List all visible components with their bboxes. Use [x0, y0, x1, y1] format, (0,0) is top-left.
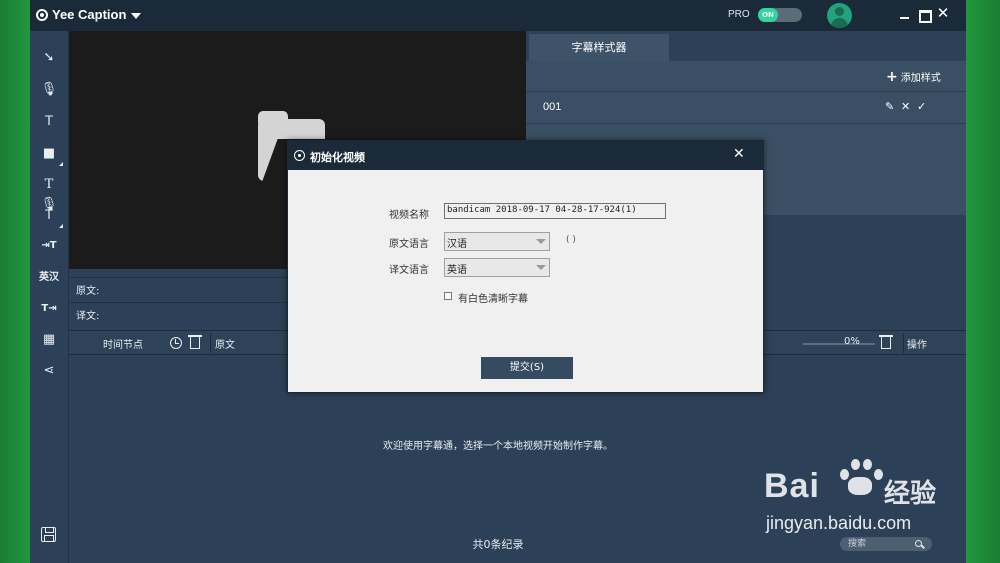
white-subtitle-label: 有白色清晰字幕 — [458, 294, 528, 305]
text-export-icon[interactable]: T⇥ — [39, 299, 59, 319]
delete-icon[interactable]: ✕ — [901, 100, 910, 113]
target-lang-label: 译文语言 — [389, 265, 429, 276]
video-name-label: 视频名称 — [389, 210, 429, 221]
original-text-label: 原文: — [76, 286, 100, 297]
watermark-brand2: 经验 — [884, 479, 937, 509]
watermark-brand: Bai — [764, 467, 820, 505]
shape-icon[interactable]: ■ — [39, 144, 63, 166]
col-time: 时间节点 — [103, 340, 143, 351]
divider — [210, 333, 211, 353]
progress-text: 0% — [844, 336, 860, 347]
baidu-watermark: Bai 经验 jingyan.baidu.com — [764, 455, 964, 545]
target-lang-value: 英语 — [447, 265, 467, 276]
user-avatar[interactable] — [827, 3, 852, 28]
close-icon[interactable]: ✕ — [936, 6, 950, 21]
source-lang-label: 原文语言 — [389, 239, 429, 250]
translation-text-label: 译文: — [76, 311, 100, 322]
chevron-down-icon — [536, 239, 546, 244]
init-video-dialog: 初始化视频 ✕ 视频名称 bandicam 2018-09-17 04-28-1… — [287, 140, 764, 393]
tab-subtitle-styles[interactable]: 字幕样式器 — [529, 34, 669, 61]
dialog-close-icon[interactable]: ✕ — [733, 146, 745, 162]
pro-toggle[interactable]: ON — [758, 8, 802, 22]
share-icon[interactable]: ⋖ — [39, 361, 59, 381]
submit-button[interactable]: 提交(S) — [481, 357, 573, 379]
white-subtitle-checkbox[interactable] — [444, 292, 452, 300]
baidu-paw-logo — [834, 455, 884, 495]
col-actions: 操作 — [907, 340, 927, 351]
plus-icon: + — [886, 69, 898, 85]
edit-icon[interactable]: ✎ — [885, 100, 894, 113]
dialog-logo-icon — [294, 150, 305, 161]
video-name-field[interactable]: bandicam 2018-09-17 04-28-17-924(1) — [444, 203, 666, 219]
chevron-down-icon — [536, 265, 546, 270]
trash-icon[interactable] — [188, 335, 202, 349]
progress-bar — [803, 343, 875, 345]
dialog-title-bar: 初始化视频 ✕ — [288, 141, 763, 170]
title-bar: Yee Caption PRO ON ✕ — [30, 0, 966, 31]
col-original: 原文 — [215, 340, 235, 351]
style-panel-tabs: 字幕样式器 — [526, 31, 966, 61]
clock-icon[interactable] — [170, 337, 182, 349]
welcome-text: 欢迎使用字幕通，选择一个本地视频开始制作字幕。 — [383, 441, 613, 452]
text-insert-icon[interactable]: ⇥T — [39, 236, 59, 256]
app-logo-icon — [36, 9, 48, 21]
left-toolbar: ➘ 🎙 Ｔ ■ T🎙 Ｔ ⇥T 英汉 T⇥ ▦ ⋖ — [30, 31, 69, 563]
text-box-icon[interactable]: Ｔ — [39, 206, 63, 228]
desktop-background-left — [0, 0, 30, 563]
divider — [903, 333, 904, 353]
app-title: Yee Caption — [52, 7, 127, 22]
pro-toggle-on: ON — [758, 8, 778, 22]
source-lang-select[interactable]: 汉语 — [444, 232, 550, 251]
style-row[interactable]: 001 ✎ ✕ ✓ — [526, 92, 966, 124]
text-voice-icon[interactable]: T🎙 — [39, 175, 59, 212]
microphone-icon[interactable]: 🎙 — [39, 80, 59, 100]
select-icon[interactable]: ➘ — [39, 48, 59, 68]
app-menu-dropdown-icon[interactable] — [131, 13, 141, 19]
minimize-icon[interactable] — [898, 8, 912, 22]
source-lang-note: ( ) — [566, 235, 576, 245]
trash-icon[interactable] — [879, 335, 893, 349]
maximize-icon[interactable] — [917, 8, 932, 23]
dialog-title: 初始化视频 — [310, 151, 365, 164]
pro-label: PRO — [728, 9, 750, 20]
add-style-button[interactable]: + 添加样式 — [886, 69, 941, 85]
translate-icon[interactable]: 英汉 — [39, 268, 59, 288]
add-style-label: 添加样式 — [900, 73, 941, 84]
confirm-icon[interactable]: ✓ — [917, 100, 926, 113]
film-icon[interactable]: ▦ — [39, 330, 59, 350]
target-lang-select[interactable]: 英语 — [444, 258, 550, 277]
text-icon[interactable]: Ｔ — [39, 112, 59, 132]
watermark-url: jingyan.baidu.com — [766, 513, 912, 533]
source-lang-value: 汉语 — [447, 239, 467, 250]
style-name: 001 — [543, 101, 562, 113]
desktop-background-right — [966, 0, 1000, 563]
